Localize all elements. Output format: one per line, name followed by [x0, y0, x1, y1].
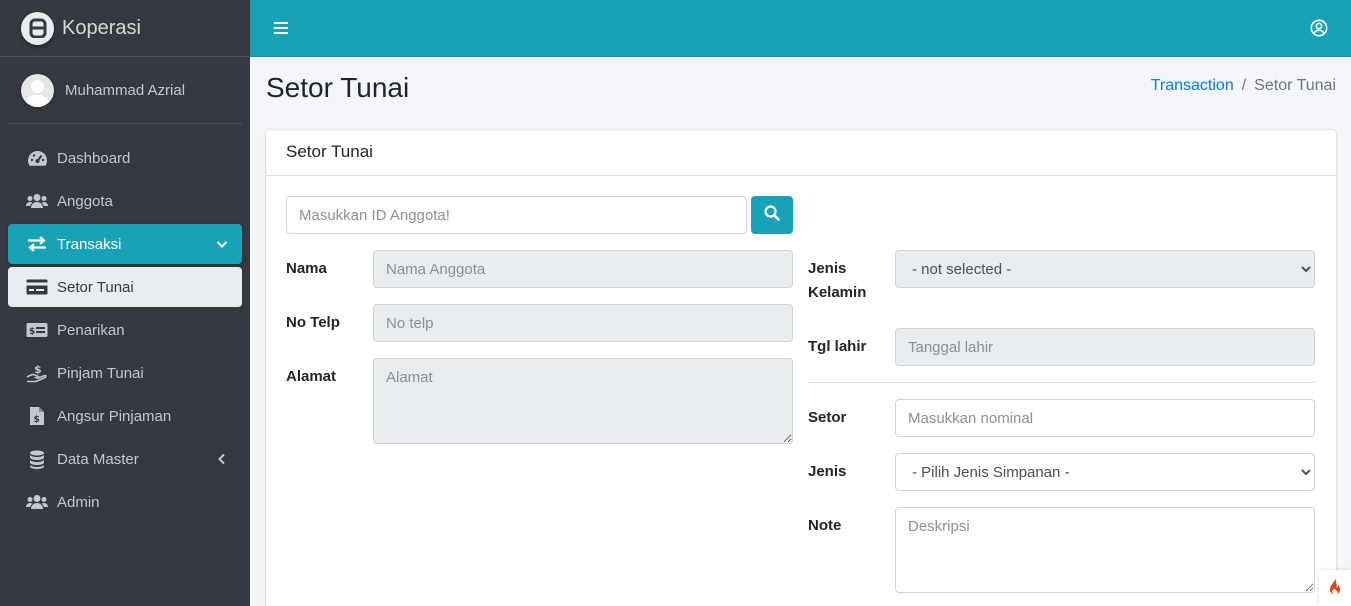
svg-text:$: $	[34, 363, 42, 376]
search-id-input[interactable]	[286, 196, 747, 234]
setor-tunai-card: Setor Tunai Nama No Telp Alamat Jenis Kel…	[266, 130, 1336, 606]
jenis-kelamin-select[interactable]: - not selected -	[895, 250, 1315, 288]
sidebar: Koperasi Muhammad Azrial Dashboard Anggo…	[0, 0, 250, 606]
exchange-icon	[26, 236, 48, 252]
flame-icon	[1327, 576, 1343, 601]
brand-name: Koperasi	[62, 16, 141, 39]
sidebar-item-label: Transaksi	[57, 235, 122, 253]
sidebar-item-label: Anggota	[57, 192, 113, 210]
sidebar-item-transaksi[interactable]: Transaksi	[8, 224, 242, 264]
alamat-field[interactable]	[373, 358, 793, 444]
content-header: Setor Tunai Transaction / Setor Tunai	[266, 72, 1336, 104]
sidebar-item-setor-tunai[interactable]: Setor Tunai	[8, 267, 242, 307]
brand-logo-icon	[21, 11, 54, 45]
sidebar-item-label: Admin	[57, 493, 100, 511]
jenis-label: Jenis	[808, 463, 847, 480]
no-telp-label: No Telp	[286, 314, 340, 331]
sidebar-item-label: Pinjam Tunai	[57, 364, 144, 382]
breadcrumb-current: Setor Tunai	[1254, 77, 1336, 94]
sidebar-item-angsur-pinjaman[interactable]: $ Angsur Pinjaman	[8, 396, 242, 436]
users-icon	[26, 193, 48, 209]
user-circle-icon[interactable]	[1310, 19, 1328, 42]
breadcrumb-separator: /	[1241, 77, 1247, 94]
chevron-left-icon	[216, 452, 228, 469]
jenis-kelamin-label: Jenis Kelamin	[808, 257, 866, 305]
brand-link[interactable]: Koperasi	[0, 0, 250, 57]
sidebar-item-anggota[interactable]: Anggota	[8, 181, 242, 221]
search-icon	[764, 204, 780, 226]
sidebar-item-dashboard[interactable]: Dashboard	[8, 138, 242, 178]
money-bill-icon: $	[26, 322, 48, 338]
jenis-simpanan-select[interactable]: - Pilih Jenis Simpanan -	[895, 453, 1315, 491]
form-divider	[808, 382, 1315, 383]
database-icon	[26, 450, 48, 469]
setor-nominal-input[interactable]	[895, 399, 1315, 437]
tgl-lahir-label: Tgl lahir	[808, 338, 867, 355]
credit-card-icon	[26, 279, 48, 295]
tgl-lahir-field[interactable]	[895, 328, 1315, 366]
invoice-dollar-icon: $	[26, 406, 48, 426]
jenis-kelamin-label-line2: Kelamin	[808, 284, 867, 301]
no-telp-field[interactable]	[373, 304, 793, 342]
sidebar-item-admin[interactable]: Admin	[8, 482, 242, 522]
note-textarea[interactable]	[895, 507, 1315, 593]
nama-label: Nama	[286, 260, 327, 277]
jenis-kelamin-label-line1: Jenis	[808, 260, 847, 277]
alamat-label: Alamat	[286, 368, 337, 385]
avatar	[21, 73, 54, 107]
card-title: Setor Tunai	[266, 130, 1336, 176]
sidebar-item-label: Angsur Pinjaman	[57, 407, 172, 425]
note-label: Note	[808, 517, 842, 534]
menu-toggle-icon[interactable]	[274, 21, 288, 40]
user-name: Muhammad Azrial	[65, 81, 186, 99]
sidebar-item-data-master[interactable]: Data Master	[8, 439, 242, 479]
chevron-down-icon	[216, 237, 228, 254]
svg-text:$: $	[34, 415, 40, 425]
nama-field[interactable]	[373, 250, 793, 288]
user-panel[interactable]: Muhammad Azrial	[8, 57, 242, 124]
tachometer-icon	[26, 150, 48, 167]
breadcrumb-link-transaction[interactable]: Transaction	[1151, 77, 1234, 94]
search-button[interactable]	[751, 196, 793, 234]
sidebar-item-label: Dashboard	[57, 149, 131, 167]
svg-text:$: $	[29, 327, 35, 337]
sidebar-item-label: Penarikan	[57, 321, 125, 339]
top-navbar	[250, 0, 1351, 57]
debug-toolbar-badge[interactable]	[1319, 570, 1351, 606]
hand-dollar-icon: $	[26, 363, 48, 383]
sidebar-nav: Dashboard Anggota Transaksi Setor Tunai	[0, 124, 250, 522]
sidebar-item-label: Setor Tunai	[57, 278, 134, 296]
sidebar-item-pinjam-tunai[interactable]: $ Pinjam Tunai	[8, 353, 242, 393]
users-icon	[26, 494, 48, 510]
setor-label: Setor	[808, 409, 847, 426]
breadcrumb: Transaction / Setor Tunai	[1151, 77, 1336, 95]
sidebar-item-penarikan[interactable]: $ Penarikan	[8, 310, 242, 350]
sidebar-item-label: Data Master	[57, 450, 139, 468]
